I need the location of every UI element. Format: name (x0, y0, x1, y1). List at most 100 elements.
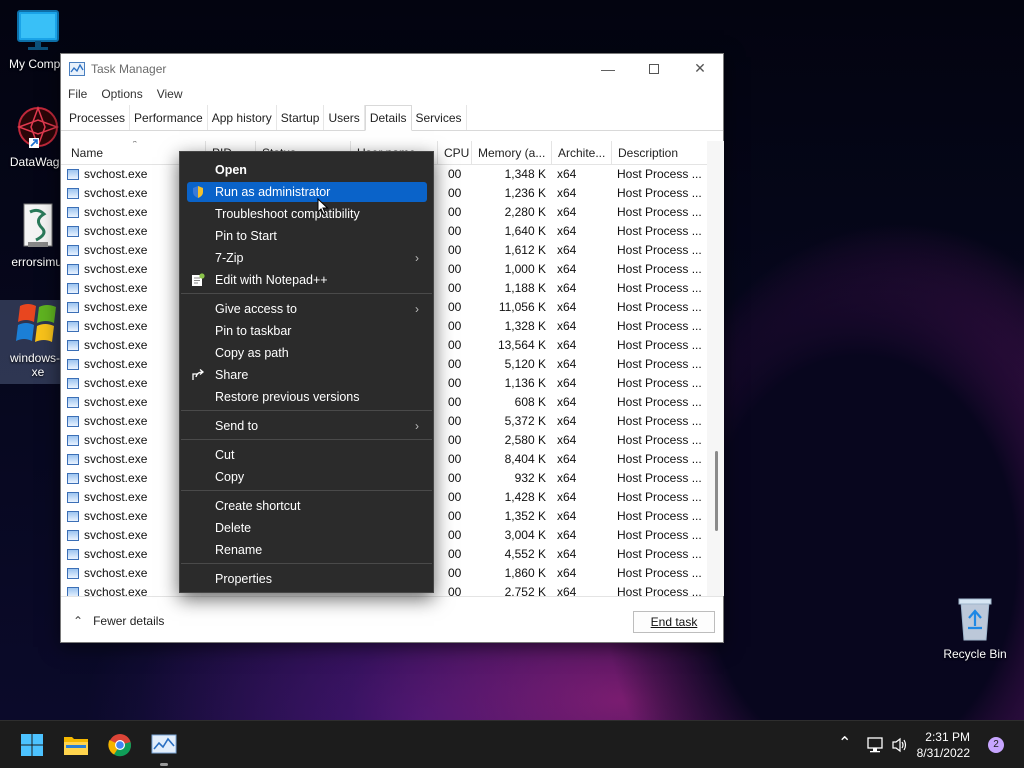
architecture-cell: x64 (557, 509, 577, 523)
description-cell: Host Process ... (617, 357, 702, 371)
tab-startup[interactable]: Startup (277, 105, 325, 130)
tab-app-history[interactable]: App history (208, 105, 277, 130)
menu-file[interactable]: File (68, 87, 87, 101)
memory-cell: 11,056 K (498, 300, 546, 314)
recycle-bin-icon (958, 598, 992, 641)
tab-processes[interactable]: Processes (65, 105, 131, 130)
fewer-details-button[interactable]: ⌃ Fewer details (73, 614, 164, 628)
menu-separator (181, 410, 432, 411)
memory-cell: 5,372 K (504, 414, 546, 428)
menu-item-copy-as-path[interactable]: Copy as path (187, 343, 427, 363)
architecture-cell: x64 (557, 319, 577, 333)
tab-services[interactable]: Services (412, 105, 467, 130)
minimize-button[interactable]: — (585, 54, 631, 83)
menu-item-label: Pin to taskbar (215, 324, 292, 338)
taskbar-clock[interactable]: 2:31 PM 8/31/2022 (910, 729, 970, 761)
memory-cell: 1,136 K (504, 376, 546, 390)
process-icon (67, 378, 79, 389)
maximize-button[interactable] (631, 54, 677, 83)
process-icon (67, 283, 79, 294)
menu-item-label: Rename (215, 543, 263, 557)
menu-item-label: Properties (215, 572, 272, 586)
column-header-cpu[interactable]: CPU (438, 141, 472, 165)
process-icon (67, 359, 79, 370)
menu-item-share[interactable]: Share (187, 365, 427, 385)
menu-item-restore-previous-versions[interactable]: Restore previous versions (187, 387, 427, 407)
memory-cell: 1,612 K (504, 243, 546, 257)
architecture-cell: x64 (557, 167, 577, 181)
column-header-description[interactable]: Description (612, 141, 707, 165)
tab-details[interactable]: Details (364, 105, 412, 131)
menu-item-delete[interactable]: Delete (187, 518, 427, 538)
start-button[interactable] (18, 731, 46, 759)
menu-item-7-zip[interactable]: 7-Zip › (187, 248, 427, 268)
column-header-memory[interactable]: Memory (a... (472, 141, 552, 165)
notification-badge[interactable]: 2 (988, 737, 1004, 753)
memory-cell: 8,404 K (504, 452, 546, 466)
cpu-cell: 00 (448, 376, 462, 390)
show-hidden-icons-icon[interactable]: ⌃ (838, 733, 851, 753)
menu-item-cut[interactable]: Cut (187, 445, 427, 465)
menu-options[interactable]: Options (101, 87, 142, 101)
cpu-cell: 00 (448, 281, 462, 295)
uac-shield-icon (193, 186, 203, 198)
menu-item-edit-with-notepadpp[interactable]: Edit with Notepad++ (187, 270, 427, 290)
process-icon (67, 207, 79, 218)
architecture-cell: x64 (557, 281, 577, 295)
cpu-cell: 00 (448, 566, 462, 580)
architecture-cell: x64 (557, 471, 577, 485)
menu-bar: File Options View (61, 83, 723, 105)
network-icon[interactable] (866, 737, 884, 753)
menu-item-pin-to-start[interactable]: Pin to Start (187, 226, 427, 246)
tab-performance[interactable]: Performance (130, 105, 208, 130)
process-icon (67, 511, 79, 522)
windows-xp-logo-icon (16, 304, 56, 342)
menu-item-label: Open (215, 163, 247, 177)
taskbar-file-explorer[interactable] (62, 731, 90, 759)
taskbar-task-manager[interactable] (150, 731, 178, 759)
cpu-cell: 00 (448, 490, 462, 504)
active-app-indicator (160, 763, 168, 766)
file-explorer-icon (64, 737, 88, 755)
menu-item-troubleshoot-compatibility[interactable]: Troubleshoot compatibility (187, 204, 427, 224)
menu-item-copy[interactable]: Copy (187, 467, 427, 487)
menu-item-pin-to-taskbar[interactable]: Pin to taskbar (187, 321, 427, 341)
volume-icon[interactable] (891, 737, 909, 753)
cpu-cell: 00 (448, 509, 462, 523)
menu-item-send-to[interactable]: Send to › (187, 416, 427, 436)
description-cell: Host Process ... (617, 205, 702, 219)
menu-item-label: Create shortcut (215, 499, 301, 513)
cpu-cell: 00 (448, 338, 462, 352)
taskbar-chrome[interactable] (106, 731, 134, 759)
desktop-icon-recycle-bin[interactable]: Recycle Bin (937, 596, 1013, 661)
memory-cell: 2,280 K (504, 205, 546, 219)
description-cell: Host Process ... (617, 528, 702, 542)
menu-item-give-access-to[interactable]: Give access to › (187, 299, 427, 319)
end-task-button[interactable]: End task (633, 611, 715, 633)
tab-users[interactable]: Users (324, 105, 365, 130)
close-button[interactable]: ✕ (677, 54, 723, 83)
process-icon (67, 321, 79, 332)
architecture-cell: x64 (557, 262, 577, 276)
process-icon (67, 397, 79, 408)
end-task-label: End task (650, 615, 698, 629)
architecture-cell: x64 (557, 186, 577, 200)
process-icon (67, 340, 79, 351)
menu-view[interactable]: View (157, 87, 183, 101)
menu-item-label: Troubleshoot compatibility (215, 207, 360, 221)
scrollbar-thumb[interactable] (715, 451, 718, 531)
menu-item-properties[interactable]: Properties (187, 569, 427, 589)
description-cell: Host Process ... (617, 433, 702, 447)
description-cell: Host Process ... (617, 471, 702, 485)
menu-item-rename[interactable]: Rename (187, 540, 427, 560)
menu-item-create-shortcut[interactable]: Create shortcut (187, 496, 427, 516)
architecture-cell: x64 (557, 528, 577, 542)
menu-item-run-as-administrator[interactable]: Run as administrator (187, 182, 427, 202)
title-bar[interactable]: Task Manager — ✕ (61, 54, 723, 83)
cpu-cell: 00 (448, 224, 462, 238)
process-icon (67, 568, 79, 579)
column-header-architecture[interactable]: Archite... (552, 141, 612, 165)
architecture-cell: x64 (557, 338, 577, 352)
menu-item-open[interactable]: Open (187, 160, 427, 180)
menu-item-label: Pin to Start (215, 229, 277, 243)
